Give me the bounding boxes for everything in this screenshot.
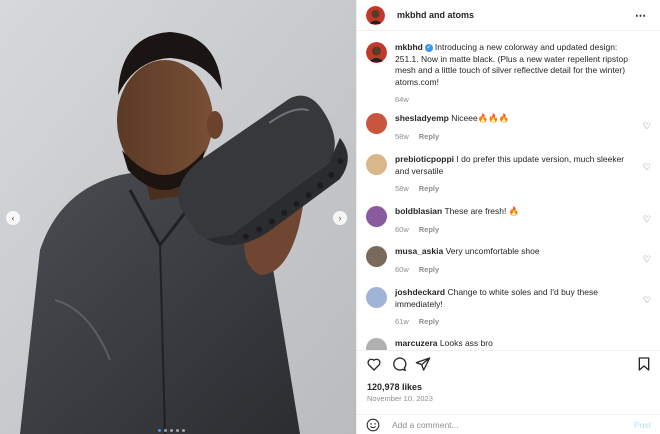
comment-username[interactable]: boldblasian	[395, 206, 442, 216]
comment-text: These are fresh! 🔥	[444, 206, 520, 216]
carousel-dot	[170, 429, 173, 432]
photo-illustration	[0, 0, 356, 434]
avatar[interactable]	[366, 113, 387, 134]
carousel-indicator	[158, 429, 185, 432]
like-comment-heart-icon[interactable]: ♡	[643, 162, 651, 173]
next-slide-button[interactable]: ›	[333, 211, 347, 225]
reply-button[interactable]: Reply	[419, 316, 439, 328]
chevron-right-icon: ›	[338, 212, 342, 223]
post-actions: 120,978 likes November 10, 2023	[357, 350, 660, 408]
reply-button[interactable]: Reply	[419, 264, 439, 276]
carousel-dot	[158, 429, 161, 432]
chevron-left-icon: ‹	[11, 212, 15, 223]
post-header: mkbhd and atoms ⋯	[357, 0, 660, 31]
comment-time: 60w	[395, 264, 409, 274]
comment-username[interactable]: prebioticpoppi	[395, 154, 454, 164]
like-comment-heart-icon[interactable]: ♡	[643, 121, 651, 132]
post-comment-button[interactable]: Post	[634, 420, 651, 430]
like-comment-heart-icon[interactable]: ♡	[643, 295, 651, 306]
verified-badge-icon: ✓	[424, 44, 433, 52]
avatar[interactable]	[366, 287, 387, 308]
reply-button[interactable]: Reply	[419, 183, 439, 195]
comment-text: Niceee🔥🔥🔥	[451, 113, 510, 123]
comment-username[interactable]: marcuzera	[395, 338, 438, 348]
reply-button[interactable]: Reply	[419, 224, 439, 236]
comment-text: Looks ass bro	[439, 338, 493, 348]
like-comment-heart-icon[interactable]: ♡	[643, 214, 651, 225]
save-bookmark-icon[interactable]	[636, 356, 652, 372]
caption-username[interactable]: mkbhd	[395, 42, 423, 52]
author-title[interactable]: mkbhd and atoms	[397, 10, 474, 20]
comment-input[interactable]: Add a comment...	[392, 420, 459, 430]
carousel-dot	[164, 429, 167, 432]
previous-slide-button[interactable]: ‹	[6, 211, 20, 225]
carousel-dot	[182, 429, 185, 432]
likes-count[interactable]: 120,978 likes	[367, 382, 422, 392]
carousel-dot	[176, 429, 179, 432]
comment-time: 60w	[395, 224, 409, 234]
comment-time: 58w	[395, 131, 409, 141]
avatar[interactable]	[366, 206, 387, 227]
post-side-panel: mkbhd and atoms ⋯ mkbhd ✓ Introducing a ne…	[356, 0, 660, 434]
avatar[interactable]	[366, 338, 387, 350]
comment-bubble-icon[interactable]	[391, 356, 407, 372]
comment-time: 58w	[395, 184, 409, 193]
avatar[interactable]	[366, 42, 387, 63]
comments-feed[interactable]: mkbhd ✓ Introducing a new colorway and upd…	[357, 32, 660, 350]
comment-username[interactable]: musa_askia	[395, 246, 443, 256]
share-paper-plane-icon[interactable]	[415, 356, 431, 372]
avatar[interactable]	[366, 246, 387, 267]
like-comment-heart-icon[interactable]: ♡	[643, 254, 651, 265]
comment-username[interactable]: shesladyemp	[395, 113, 449, 123]
comment-time: 61w	[395, 317, 409, 326]
author-avatar[interactable]	[366, 5, 385, 25]
comment-username[interactable]: joshdeckard	[395, 287, 445, 297]
emoji-icon[interactable]	[366, 418, 380, 432]
reply-button[interactable]: Reply	[419, 131, 439, 143]
add-comment-bar: Add a comment... Post	[357, 414, 660, 434]
post-date: November 10, 2023	[367, 394, 433, 403]
like-heart-icon[interactable]	[366, 356, 382, 372]
avatar[interactable]	[366, 154, 387, 175]
post-photo[interactable]: ‹ ›	[0, 0, 356, 434]
more-icon[interactable]: ⋯	[635, 9, 647, 22]
caption-time: 64w	[395, 95, 409, 104]
comment-text: Very uncomfortable shoe	[445, 246, 540, 256]
